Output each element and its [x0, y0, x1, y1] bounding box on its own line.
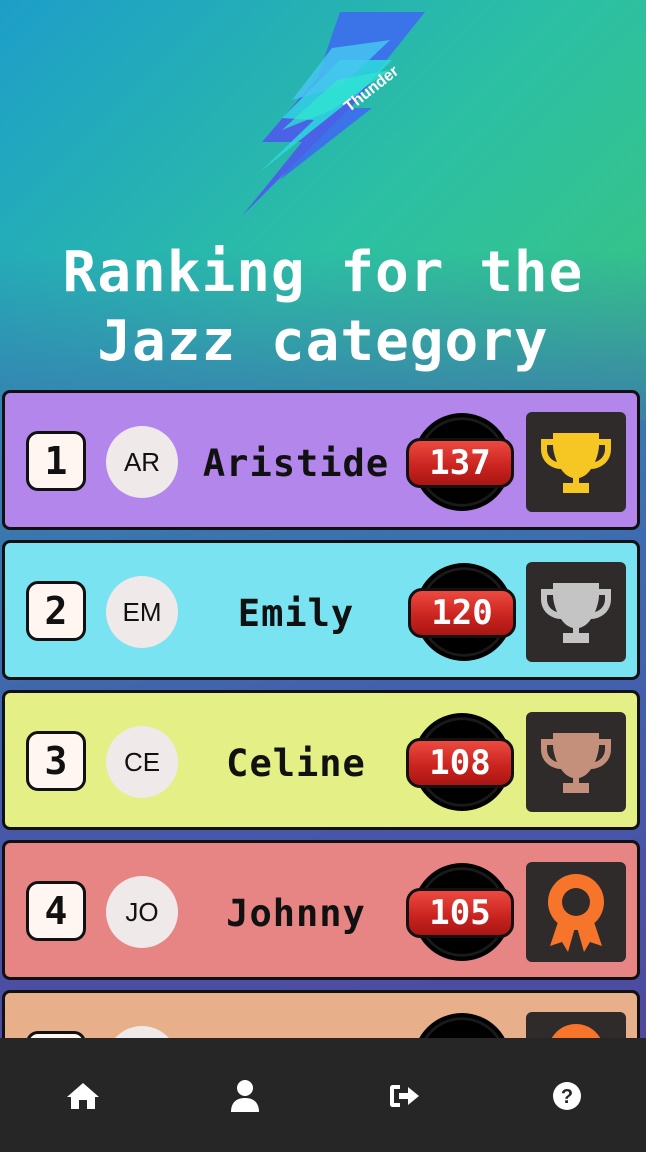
- player-name: Aristide: [202, 441, 390, 485]
- score-value: 137: [406, 438, 514, 488]
- trophy-silver-icon: [526, 562, 626, 662]
- rank-badge: 1: [26, 431, 86, 491]
- score-value: 108: [406, 738, 514, 788]
- rank-badge: 4: [26, 881, 86, 941]
- score-record: 108: [403, 713, 515, 813]
- ranking-row[interactable]: 2 EM Emily 120: [2, 540, 640, 680]
- score-record: 120: [405, 563, 517, 663]
- title-line-2: Jazz category: [97, 309, 549, 374]
- rank-badge: 3: [26, 731, 86, 791]
- user-icon[interactable]: [215, 1066, 275, 1126]
- score-value: 105: [406, 888, 514, 938]
- rosette-icon: [526, 862, 626, 962]
- home-icon[interactable]: [53, 1066, 113, 1126]
- thunder-logo: Thunder: [222, 10, 428, 216]
- player-name: Emily: [237, 591, 355, 635]
- svg-text:?: ?: [561, 1086, 573, 1108]
- bottom-navbar: ?: [0, 1038, 646, 1152]
- trophy-bronze-icon: [526, 712, 626, 812]
- ranking-row[interactable]: 3 CE Celine 108: [2, 690, 640, 830]
- avatar: AR: [106, 426, 178, 498]
- score-record: 105: [403, 863, 515, 963]
- rank-badge: 2: [26, 581, 86, 641]
- ranking-row[interactable]: 1 AR Aristide 137: [2, 390, 640, 530]
- ranking-row[interactable]: 4 JO Johnny 105: [2, 840, 640, 980]
- player-name: Celine: [226, 741, 366, 785]
- logout-icon[interactable]: [375, 1066, 435, 1126]
- help-icon[interactable]: ?: [537, 1066, 597, 1126]
- score-value: 120: [408, 588, 516, 638]
- avatar: CE: [106, 726, 178, 798]
- avatar: JO: [106, 876, 178, 948]
- score-record: 137: [403, 413, 515, 513]
- title-line-1: Ranking for the: [62, 240, 584, 305]
- player-name: Johnny: [226, 891, 366, 935]
- avatar: EM: [106, 576, 178, 648]
- page-title: Ranking for the Jazz category: [0, 238, 646, 376]
- trophy-gold-icon: [526, 412, 626, 512]
